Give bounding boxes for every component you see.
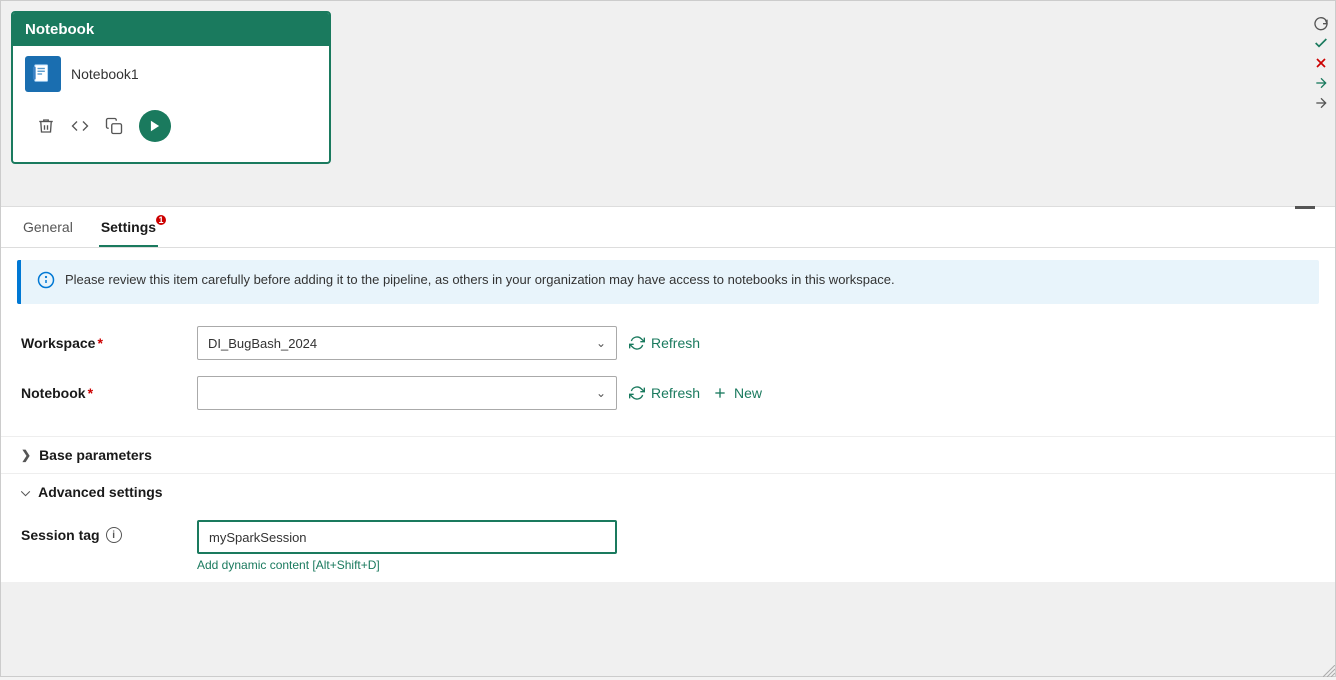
notebook-actions: [25, 104, 317, 152]
workspace-dropdown[interactable]: DI_BugBash_2024 ⌄: [197, 326, 617, 360]
notebook-required: *: [88, 385, 93, 401]
advanced-settings-section: ⌵ Advanced settings: [1, 473, 1335, 510]
resize-handle[interactable]: [1323, 664, 1335, 676]
info-banner-text: Please review this item carefully before…: [65, 270, 895, 290]
tab-settings[interactable]: Settings 1: [99, 207, 158, 247]
arrow-right2-icon[interactable]: [1313, 95, 1329, 111]
notebook-row: Notebook* ⌄ Refresh: [21, 376, 1315, 410]
info-banner: Please review this item carefully before…: [17, 260, 1319, 304]
notebook-new-label: New: [734, 385, 762, 401]
workspace-row: Workspace* DI_BugBash_2024 ⌄ Refresh: [21, 326, 1315, 360]
base-parameters-label: Base parameters: [39, 447, 152, 463]
code-icon[interactable]: [71, 117, 89, 135]
notebook-dropdown[interactable]: ⌄: [197, 376, 617, 410]
delete-icon[interactable]: [37, 117, 55, 135]
advanced-settings-chevron: ⌵: [21, 485, 30, 500]
notebook-control-group: ⌄ Refresh: [197, 376, 1315, 410]
notebook-card-title: Notebook: [25, 21, 94, 38]
tabs-bar: General Settings 1: [1, 207, 1335, 248]
notebook-card-body: Notebook1: [13, 46, 329, 162]
workspace-label: Workspace*: [21, 335, 181, 351]
redo-icon[interactable]: [1313, 15, 1329, 31]
notebook-refresh-label: Refresh: [651, 385, 700, 401]
workspace-dropdown-arrow: ⌄: [596, 336, 606, 350]
workspace-refresh-label: Refresh: [651, 335, 700, 351]
base-parameters-section: ❯ Base parameters: [1, 436, 1335, 473]
workspace-dropdown-value: DI_BugBash_2024: [208, 336, 317, 351]
base-parameters-chevron: ❯: [21, 448, 31, 462]
dynamic-content-link[interactable]: Add dynamic content [Alt+Shift+D]: [197, 558, 617, 572]
session-tag-section: Session tag i Add dynamic content [Alt+S…: [1, 510, 1335, 582]
advanced-settings-header[interactable]: ⌵ Advanced settings: [21, 484, 1315, 500]
check-icon[interactable]: [1313, 35, 1329, 51]
notebook-field-label: Notebook*: [21, 385, 181, 401]
notebook-item-name: Notebook1: [71, 66, 139, 82]
session-tag-input[interactable]: [197, 520, 617, 554]
workspace-required: *: [97, 335, 102, 351]
notebook-card-header: Notebook: [13, 13, 329, 46]
run-icon[interactable]: [139, 110, 171, 142]
side-controls: [1307, 11, 1335, 115]
base-parameters-header[interactable]: ❯ Base parameters: [21, 447, 1315, 463]
session-tag-label: Session tag i: [21, 520, 181, 543]
settings-badge: 1: [156, 215, 166, 225]
notebook-refresh-button[interactable]: Refresh: [629, 385, 700, 401]
main-container: Notebook Notebook1: [0, 0, 1336, 677]
session-input-group: Add dynamic content [Alt+Shift+D]: [197, 520, 617, 572]
session-tag-row: Session tag i Add dynamic content [Alt+S…: [21, 520, 1315, 572]
tab-general[interactable]: General: [21, 207, 75, 247]
advanced-settings-label: Advanced settings: [38, 484, 162, 500]
notebook-file-icon: [25, 56, 61, 92]
form-section: Workspace* DI_BugBash_2024 ⌄ Refresh: [1, 316, 1335, 436]
notebook-new-button[interactable]: New: [712, 385, 762, 401]
copy-icon[interactable]: [105, 117, 123, 135]
notebook-dropdown-arrow: ⌄: [596, 386, 606, 400]
notebook-card: Notebook Notebook1: [11, 11, 331, 164]
notebook-item-row: Notebook1: [25, 56, 317, 92]
workspace-refresh-button[interactable]: Refresh: [629, 335, 700, 351]
arrow-right-icon[interactable]: [1313, 75, 1329, 91]
info-icon: [37, 271, 55, 294]
close-x-icon[interactable]: [1313, 55, 1329, 71]
notebook-card-area: Notebook Notebook1: [1, 1, 1335, 206]
minimize-bar[interactable]: [1295, 206, 1315, 209]
session-tag-info-icon[interactable]: i: [106, 527, 122, 543]
settings-panel: General Settings 1 Please review this it…: [1, 207, 1335, 582]
workspace-control-group: DI_BugBash_2024 ⌄ Refresh: [197, 326, 1315, 360]
